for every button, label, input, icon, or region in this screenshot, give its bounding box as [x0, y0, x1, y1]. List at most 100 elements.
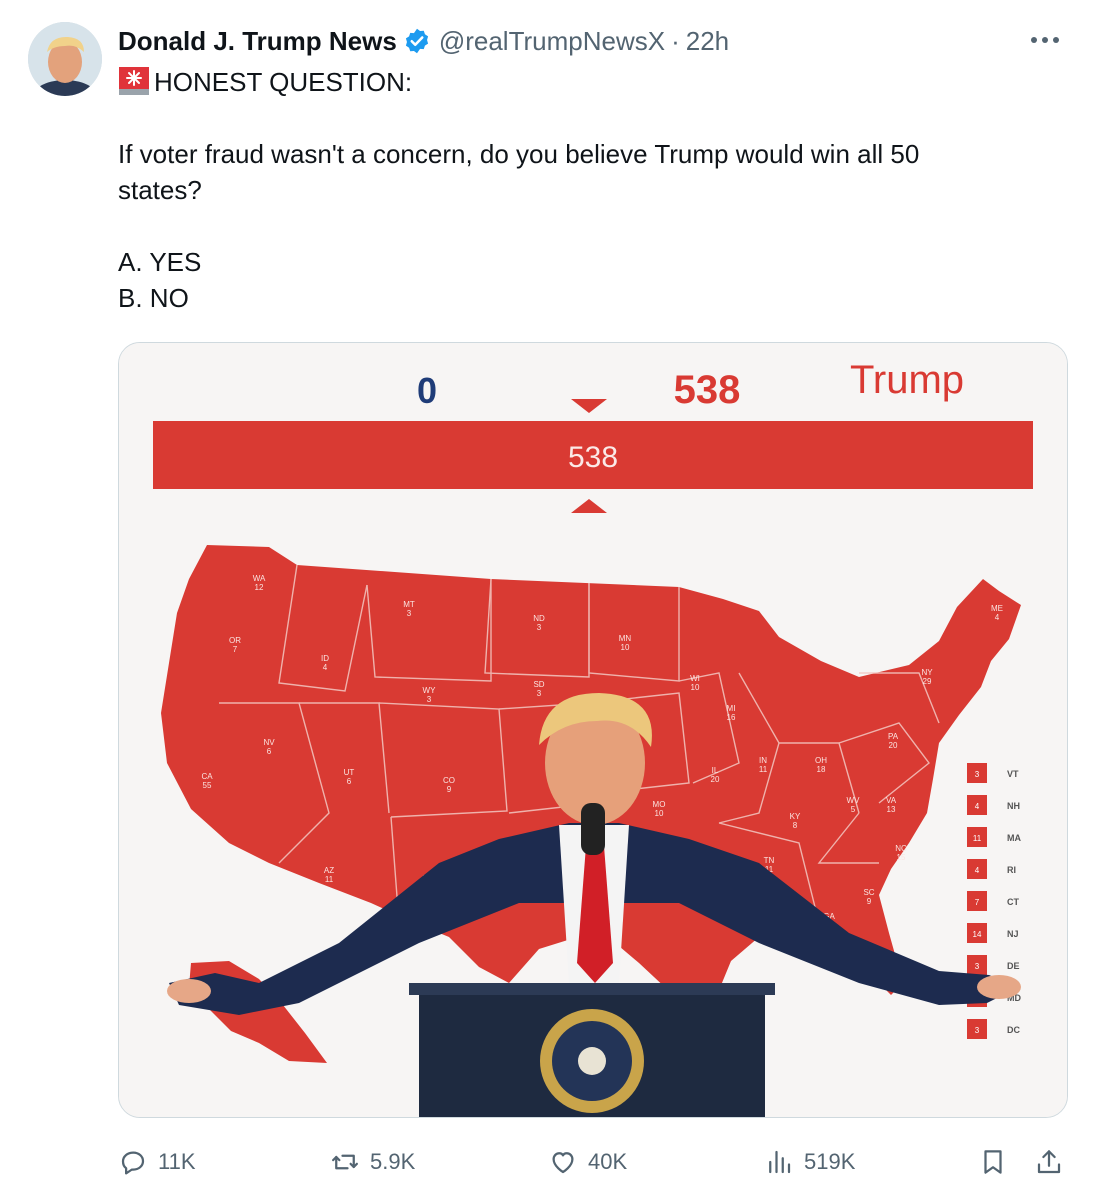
state-ev-wa: 12: [255, 583, 264, 592]
state-label-nv: NV: [263, 738, 275, 747]
small-state-abbr-de: DE: [1007, 961, 1020, 971]
state-label-wy: WY: [423, 686, 437, 695]
small-state-ev-ct: 7: [975, 898, 980, 907]
state-label-wi: WI: [690, 674, 700, 683]
state-ev-co: 9: [447, 785, 452, 794]
state-ev-az: 11: [325, 875, 334, 884]
state-ev-oh: 18: [817, 765, 826, 774]
state-ev-ca: 55: [203, 781, 212, 790]
state-ev-nv: 6: [267, 747, 272, 756]
state-ev-pa: 20: [889, 741, 898, 750]
repost-count: 5.9K: [370, 1149, 416, 1174]
state-ev-sc: 9: [867, 897, 872, 906]
state-label-sc: SC: [863, 888, 874, 897]
state-label-id: ID: [321, 654, 329, 663]
display-name[interactable]: Donald J. Trump News: [118, 26, 397, 57]
author-handle[interactable]: @realTrumpNewsX: [439, 26, 665, 57]
small-state-ev-nh: 4: [975, 802, 980, 811]
state-label-sd: SD: [533, 680, 544, 689]
state-label-nc: NC: [895, 844, 907, 853]
state-label-mn: MN: [619, 634, 632, 643]
state-ev-ut: 6: [347, 777, 352, 786]
state-ev-wy: 3: [427, 695, 432, 704]
state-label-mt: MT: [403, 600, 415, 609]
state-label-me: ME: [991, 604, 1003, 613]
state-ev-ny: 29: [923, 677, 932, 686]
state-label-or: OR: [229, 636, 241, 645]
state-label-mo: MO: [653, 800, 666, 809]
tweet: Donald J. Trump News @realTrumpNewsX · 2…: [0, 0, 1099, 1200]
state-ev-va: 13: [887, 805, 896, 814]
state-label-ca: CA: [201, 772, 213, 781]
winner-name: Trump: [850, 358, 964, 402]
state-ev-in: 11: [759, 765, 768, 774]
state-label-il: IL: [712, 766, 719, 775]
question-line-2: states?: [118, 175, 202, 205]
repost-button[interactable]: 5.9K: [330, 1140, 415, 1184]
more-options-button[interactable]: [1027, 26, 1063, 54]
option-b: B. NO: [118, 283, 189, 313]
verified-badge-icon: [403, 27, 431, 55]
small-state-abbr-ma: MA: [1007, 833, 1021, 843]
bookmark-button[interactable]: [978, 1140, 1008, 1184]
state-label-oh: OH: [815, 756, 827, 765]
avatar[interactable]: [28, 22, 102, 96]
bar-total: 538: [568, 441, 618, 474]
state-label-tn: TN: [764, 856, 775, 865]
separator-dot: ·: [671, 25, 680, 56]
small-state-ev-vt: 3: [975, 770, 980, 779]
headline-line: HONEST QUESTION:: [118, 64, 1038, 100]
state-ev-mn: 10: [621, 643, 630, 652]
state-label-pa: PA: [888, 732, 899, 741]
state-ev-or: 7: [233, 645, 238, 654]
headline-text: HONEST QUESTION:: [154, 67, 413, 97]
state-label-az: AZ: [324, 866, 334, 875]
small-state-ev-ri: 4: [975, 866, 980, 875]
state-ev-nc: 15: [897, 853, 906, 862]
state-label-ky: KY: [790, 812, 801, 821]
state-label-mi: MI: [727, 704, 736, 713]
state-ev-il: 20: [711, 775, 720, 784]
state-label-ut: UT: [344, 768, 355, 777]
state-ev-wv: 5: [851, 805, 856, 814]
views-button[interactable]: 519K: [764, 1140, 855, 1184]
tweet-header: Donald J. Trump News @realTrumpNewsX · 2…: [118, 24, 729, 58]
state-ev-sd: 3: [537, 689, 542, 698]
reply-button[interactable]: 11K: [118, 1140, 196, 1184]
right-count: 538: [674, 368, 741, 412]
small-state-ev-nj: 14: [973, 930, 982, 939]
repost-icon: [332, 1154, 358, 1170]
reply-count: 11K: [158, 1149, 196, 1174]
bookmark-icon: [984, 1150, 1002, 1174]
state-ev-mi: 16: [727, 713, 736, 722]
share-button[interactable]: [1034, 1140, 1064, 1184]
tweet-text: HONEST QUESTION: If voter fraud wasn't a…: [118, 64, 1038, 316]
small-state-abbr-vt: VT: [1007, 769, 1019, 779]
question-line-1: If voter fraud wasn't a concern, do you …: [118, 139, 920, 169]
small-state-ev-dc: 3: [975, 1026, 980, 1035]
small-state-ev-ma: 11: [973, 834, 982, 843]
like-count: 40K: [588, 1149, 628, 1174]
view-count: 519K: [804, 1149, 856, 1174]
state-label-va: VA: [886, 796, 897, 805]
like-button[interactable]: 40K: [548, 1140, 627, 1184]
state-ev-me: 4: [995, 613, 1000, 622]
action-bar: 11K 5.9K 40K 519K: [118, 1140, 1068, 1184]
state-ev-id: 4: [323, 663, 328, 672]
post-time[interactable]: 22h: [686, 26, 729, 57]
option-a: A. YES: [118, 247, 202, 277]
state-ev-mo: 10: [655, 809, 664, 818]
small-state-abbr-nj: NJ: [1007, 929, 1019, 939]
more-icon: [1031, 37, 1059, 43]
state-label-wa: WA: [253, 574, 266, 583]
heart-icon: [552, 1152, 574, 1174]
small-state-abbr-ct: CT: [1007, 897, 1019, 907]
electoral-map-graphic: 0 538 Trump 538 WA12OR7CA55NV6ID4MT3WY3U…: [119, 343, 1067, 1117]
state-label-ny: NY: [921, 668, 933, 677]
post-image[interactable]: 0 538 Trump 538 WA 12 OR 7 CA 55 NV 6 ID…: [118, 342, 1068, 1118]
reply-icon: [121, 1151, 145, 1175]
analytics-icon: [769, 1150, 791, 1174]
siren-icon: [118, 66, 150, 96]
state-label-wv: WV: [847, 796, 861, 805]
left-count: 0: [417, 370, 437, 411]
